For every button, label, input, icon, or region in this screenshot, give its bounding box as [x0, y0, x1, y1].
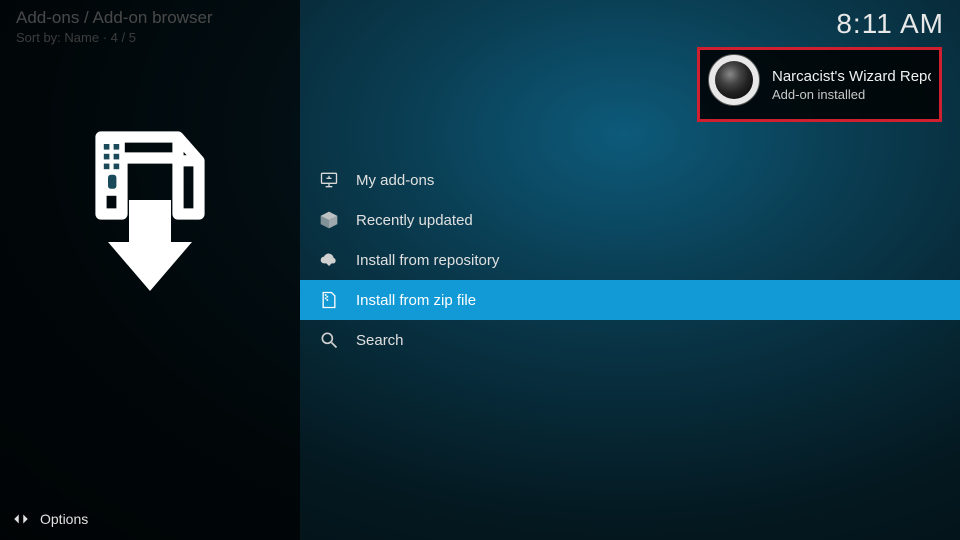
menu-item-label: Install from zip file [356, 292, 476, 309]
options-label: Options [40, 511, 88, 527]
menu-item-label: Recently updated [356, 212, 473, 229]
menu-item-label: My add-ons [356, 172, 434, 189]
menu-item-search[interactable]: Search [300, 320, 960, 360]
addon-installed-notification: Narcacist's Wizard Repositc Add-on insta… [697, 47, 942, 122]
box-open-icon [318, 209, 340, 231]
menu-item-label: Search [356, 332, 404, 349]
zip-file-icon [318, 289, 340, 311]
options-button[interactable]: Options [12, 510, 88, 528]
menu-item-install-from-zip[interactable]: Install from zip file [300, 280, 960, 320]
search-icon [318, 329, 340, 351]
options-arrows-icon [12, 510, 30, 528]
cloud-download-icon [318, 249, 340, 271]
sidebar [0, 0, 300, 540]
addon-browser-menu: My add-ons Recently updated Install from… [300, 160, 960, 360]
notification-thumbnail [708, 54, 760, 106]
notification-title: Narcacist's Wizard Repositc [772, 68, 931, 85]
clock: 8:11 AM [836, 8, 944, 40]
menu-item-install-from-repository[interactable]: Install from repository [300, 240, 960, 280]
menu-item-recently-updated[interactable]: Recently updated [300, 200, 960, 240]
monitor-icon [318, 169, 340, 191]
menu-item-my-addons[interactable]: My add-ons [300, 160, 960, 200]
zip-download-icon [80, 130, 220, 290]
notification-subtitle: Add-on installed [772, 87, 931, 102]
menu-item-label: Install from repository [356, 252, 499, 269]
